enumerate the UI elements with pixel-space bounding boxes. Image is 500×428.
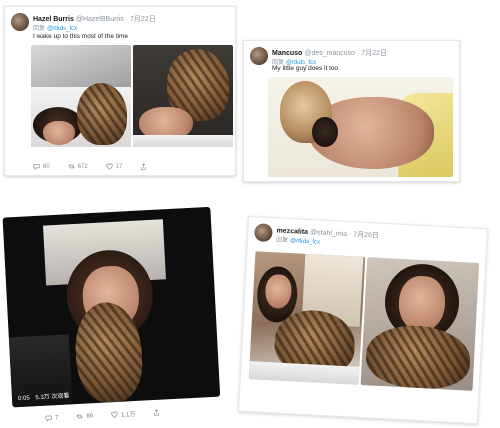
- video-time: 0:05: [17, 395, 30, 403]
- replying-to: 回复 @rtkds_fcx: [276, 234, 321, 245]
- heart-icon: [106, 163, 113, 170]
- avatar[interactable]: [11, 13, 29, 31]
- cat: [364, 323, 472, 391]
- reply-to-link[interactable]: @rtkds_fcx: [47, 26, 77, 32]
- avatar[interactable]: [253, 223, 273, 243]
- cat: [77, 83, 127, 145]
- heart-icon: [111, 411, 118, 418]
- retweet-count: 672: [77, 163, 88, 170]
- display-name[interactable]: Mancuso: [272, 50, 302, 57]
- like-count: 17: [115, 163, 123, 170]
- tweet-photo-left[interactable]: [248, 251, 366, 385]
- share-icon: [154, 409, 160, 416]
- share-action[interactable]: [153, 408, 160, 417]
- tweet-card-mezcalita[interactable]: mezcalita @stahl_mia · 7月26日 回复 @rtkds_fcx: [238, 215, 488, 425]
- like-count: 1.1万: [120, 412, 136, 419]
- reply-action[interactable]: 7: [45, 413, 59, 423]
- retweet-count: 86: [86, 412, 94, 420]
- like-action[interactable]: 1.1万: [111, 409, 136, 419]
- retweet-action[interactable]: 672: [68, 163, 88, 170]
- retweet-action[interactable]: 86: [76, 411, 93, 421]
- tweet-text: My little guy does it too: [272, 65, 339, 72]
- video-player[interactable]: 0:05 5.3万 次观看: [2, 206, 221, 408]
- reply-prefix: 回复: [275, 237, 289, 244]
- tweet-actions: 7 86 1.1万: [45, 408, 161, 423]
- share-icon: [141, 163, 147, 170]
- reply-prefix: 回复: [33, 26, 46, 32]
- reply-icon: [45, 415, 52, 422]
- avatar[interactable]: [250, 47, 268, 65]
- tweet-card-hazel[interactable]: Hazel Burris @HazelBBurris · 7月22日 回复 @rtk…: [4, 6, 236, 176]
- tweet-card-mancuso[interactable]: Mancuso @des_mancuso · 7月22日 回复 @rtkds_fcx…: [243, 40, 460, 182]
- blanket: [133, 135, 233, 147]
- tweet-actions: 60 672 17: [33, 163, 147, 170]
- tweet-text: I wake up to this most of the time: [33, 33, 129, 40]
- display-name[interactable]: Hazel Burris: [33, 16, 74, 23]
- reply-to-link[interactable]: @rtkds_fcx: [290, 238, 320, 246]
- replying-to: 回复 @rtkds_fcx: [33, 23, 77, 32]
- user-handle-date: @HazelBBurris · 7月22日: [75, 16, 156, 23]
- person-face: [43, 121, 75, 145]
- user-handle-date: @des_mancuso · 7月22日: [304, 50, 387, 57]
- reply-icon: [33, 164, 40, 170]
- tweet-photo-left[interactable]: [31, 45, 131, 147]
- like-action[interactable]: 17: [106, 163, 123, 170]
- retweet-icon: [68, 164, 75, 169]
- reply-count: 7: [54, 414, 59, 421]
- share-action[interactable]: [140, 163, 147, 170]
- screenshot-collage: Hazel Burris @HazelBBurris · 7月22日 回复 @rtk…: [0, 0, 500, 428]
- tweet-card-video[interactable]: 0:05 5.3万 次观看 7 86 1.1万: [0, 204, 227, 428]
- reply-action[interactable]: 60: [33, 163, 50, 170]
- tweet-photo[interactable]: [268, 77, 453, 177]
- reply-count: 60: [43, 163, 50, 170]
- tweet-photo-right[interactable]: [360, 257, 480, 391]
- tweet-photo-right[interactable]: [133, 45, 233, 147]
- man-beard: [312, 117, 338, 147]
- retweet-icon: [76, 414, 84, 419]
